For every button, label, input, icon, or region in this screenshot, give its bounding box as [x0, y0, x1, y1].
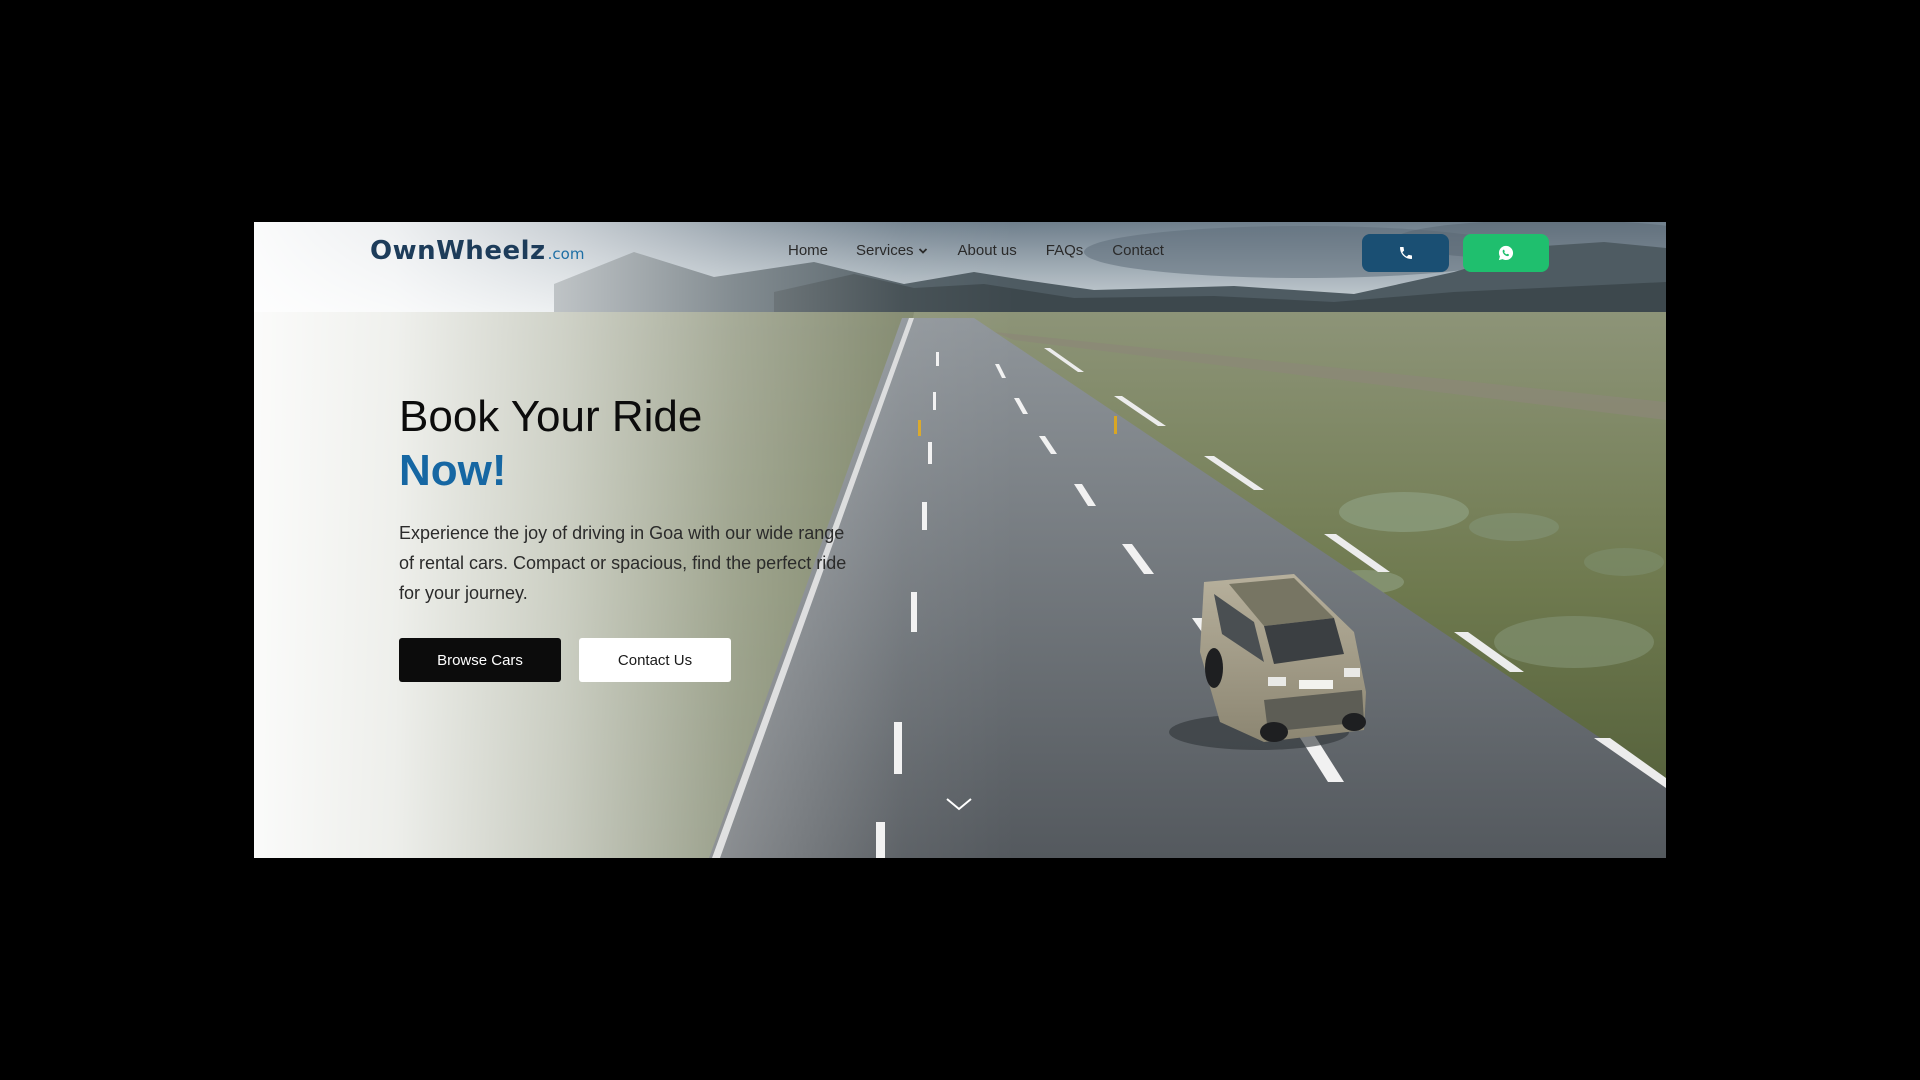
phone-icon: [1399, 247, 1412, 259]
logo-wordmark: OwnWheelz: [370, 236, 546, 266]
logo-domain-suffix: .com: [547, 245, 585, 263]
chevron-down-icon[interactable]: [944, 794, 974, 814]
nav-item-home[interactable]: Home: [788, 242, 828, 259]
hero-title: Book Your Ride Now!: [399, 390, 702, 498]
whatsapp-button[interactable]: [1463, 234, 1549, 272]
nav-item-contact[interactable]: Contact: [1112, 242, 1164, 259]
brand-logo[interactable]: OwnWheelz .com: [370, 236, 584, 270]
nav-item-services[interactable]: Services: [856, 242, 928, 259]
website-frame: OwnWheelz .com Home Services About us FA…: [254, 222, 1666, 858]
browse-cars-button[interactable]: Browse Cars: [399, 638, 561, 682]
site-header: OwnWheelz .com Home Services About us FA…: [254, 222, 1666, 282]
hero-description: Experience the joy of driving in Goa wit…: [399, 523, 847, 603]
nav-item-services-label: Services: [856, 242, 914, 259]
whatsapp-icon: [1498, 245, 1514, 261]
hero-title-line1: Book Your Ride: [399, 392, 703, 441]
chevron-down-icon: [918, 247, 927, 254]
call-button[interactable]: [1362, 234, 1449, 272]
nav-item-faqs[interactable]: FAQs: [1046, 242, 1084, 259]
nav-item-about-us[interactable]: About us: [958, 242, 1017, 259]
hero-title-accent: Now!: [399, 446, 507, 495]
contact-us-button[interactable]: Contact Us: [579, 638, 731, 682]
main-nav: Home Services About us FAQs Contact: [788, 242, 1164, 259]
